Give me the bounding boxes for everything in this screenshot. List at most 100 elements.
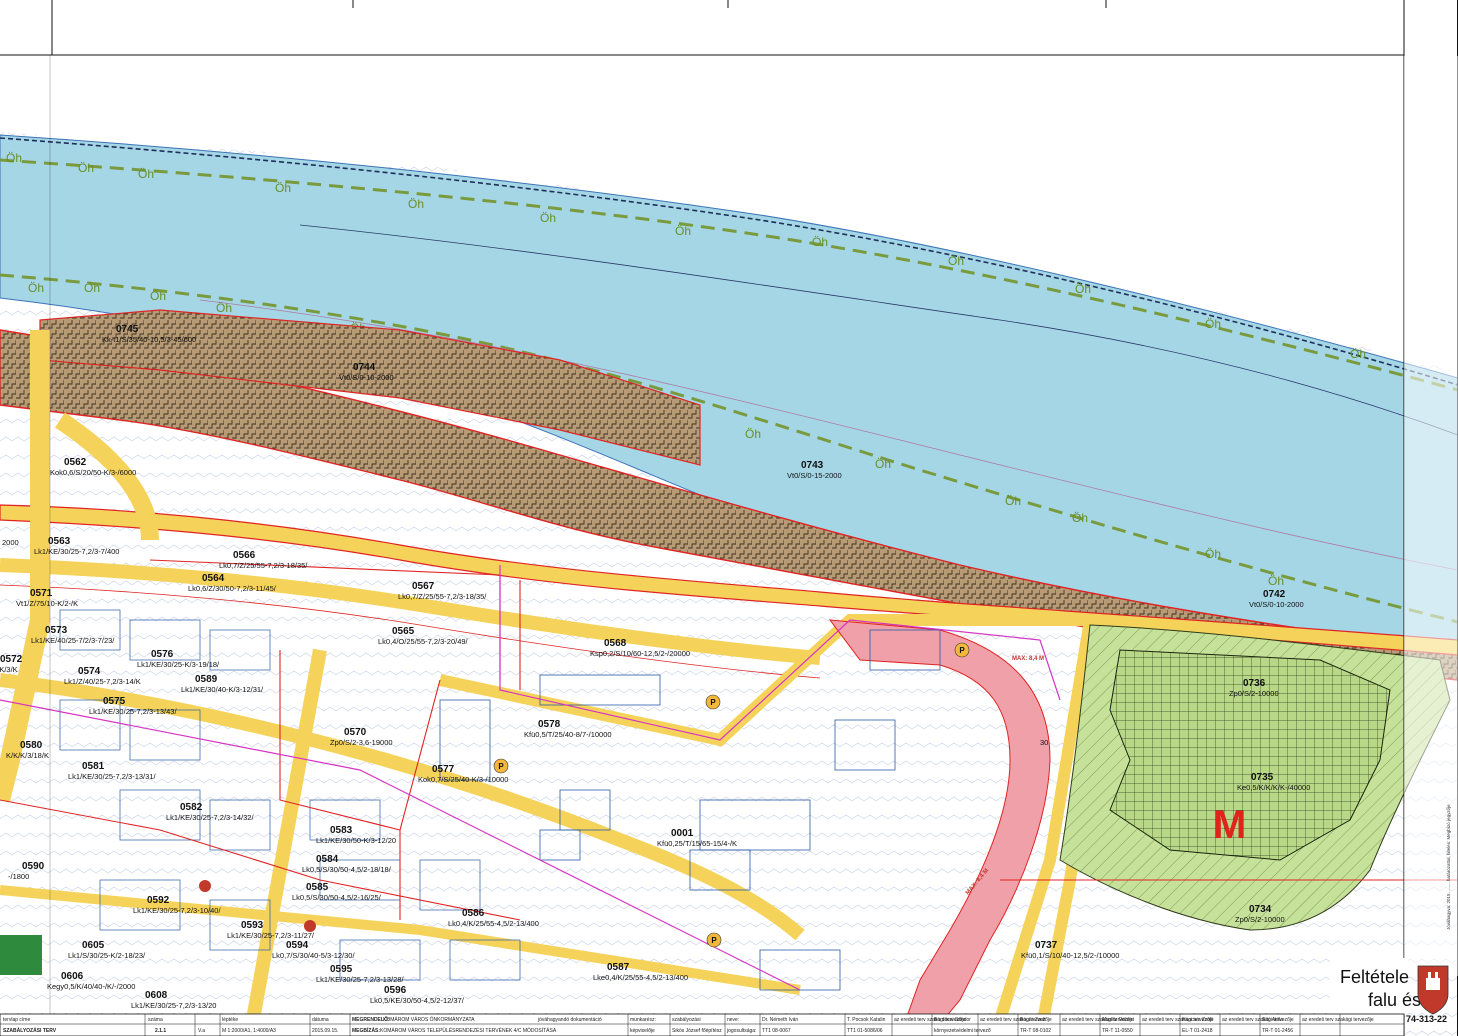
parcel-number: 0737: [1035, 940, 1058, 951]
zoning-code: Lk1/KE/30/25-7,2/3-11/27/: [227, 931, 315, 940]
tb-team-6-num: TR-T 01-2456: [1262, 1028, 1293, 1034]
zoning-code: -16-K/3/K: [0, 665, 18, 674]
svg-text:Öh: Öh: [875, 457, 891, 471]
zoning-code: Lk1/KE/40/25-7/2/3-7/23/: [31, 636, 115, 645]
parcel-number: 0565: [392, 626, 415, 637]
zoning-code: Vt0/S/0-15-2000: [787, 471, 842, 480]
zoning-code: Kfü0,1/S/10/40-12,5/2-/10000: [1021, 951, 1119, 960]
svg-text:Öh: Öh: [1350, 347, 1366, 361]
city-crest-icon: [1417, 965, 1449, 1015]
svg-text:Öh: Öh: [1072, 511, 1088, 525]
parcel-number: 0568: [604, 638, 627, 649]
zoning-code: Lk1/KE/30/25-7,2/3-7/400: [34, 547, 119, 556]
parcel-number: 0605: [82, 940, 105, 951]
svg-text:Öh: Öh: [948, 254, 964, 268]
max-height-label: MAX: 8,4 M: [1012, 656, 1044, 662]
svg-text:Öh: Öh: [540, 211, 556, 225]
parcel-number: 0594: [286, 940, 309, 951]
zoning-code: Lk0,5/KE/30/50-4,5/2-12/37/: [370, 996, 465, 1005]
zoning-code: Lk0,5/S/30/50-4,5/2-16/25/: [292, 893, 382, 902]
tb-version: V.a: [198, 1028, 205, 1034]
parcel-number: 0593: [241, 920, 264, 931]
zoning-code: Lk0,5/S/30/50-4,5/2-18/18/: [302, 865, 392, 874]
zoning-code: Zp0/S/2-10000: [1235, 915, 1285, 924]
parcel-number: 0575: [103, 696, 126, 707]
tb-megrendelo: KOMÁROM VÁROS ÖNKORMÁNYZATA: [383, 1016, 475, 1023]
zoning-code: Zp0/S/2-3,6-19000: [330, 738, 393, 747]
svg-text:P: P: [710, 698, 716, 707]
tb-megbizas: KOMÁROM VÁROS TELEPÜLÉSRENDEZÉSI TERVÉNE…: [380, 1027, 557, 1034]
tb-team-5-name: Hancsár Zsolt: [1182, 1017, 1213, 1023]
zoning-code: Lk0,7/Z/25/55-7,2/3-18/35/: [398, 592, 487, 601]
svg-text:Öh: Öh: [216, 301, 232, 315]
parcel-number: 0578: [538, 719, 561, 730]
side-approval-note: Jóváhagyva: 2015. ....... határozattal, …: [1446, 804, 1451, 930]
zoning-code: Lke0,4/K/25/55-4,5/2-13/400: [593, 973, 688, 982]
zoning-code: Vt0/S/0-10-2000: [1249, 600, 1304, 609]
parcel-number: 0734: [1249, 904, 1272, 915]
parcel-number: 0742: [1263, 589, 1286, 600]
parcel-number: 0586: [462, 908, 485, 919]
zoning-code: Kfü0,25/T/15/65-15/4-/K: [657, 839, 737, 848]
zoning-code: Kok0,7/S/25/40-K/3-/10000: [418, 775, 508, 784]
svg-text:Öh: Öh: [1005, 494, 1021, 508]
parcel-number: 0589: [195, 674, 218, 685]
banner-line-2: falu és: [1368, 990, 1421, 1010]
parcel-number: 0001: [671, 828, 694, 839]
svg-text:Öh: Öh: [28, 281, 44, 295]
zoning-code: Kk-t1/S/35/40-10,5/3-45/600: [102, 335, 196, 344]
parcel-number: 0745: [116, 324, 139, 335]
parcel-number: 0590: [22, 861, 45, 872]
svg-text:Öh: Öh: [78, 161, 94, 175]
parcel-number: 0736: [1243, 678, 1266, 689]
tb-team-1-num: TT1 01-5086/06: [847, 1028, 883, 1034]
tb-tervlap-label: tervlap címe: [3, 1017, 30, 1023]
svg-text:Öh: Öh: [84, 281, 100, 295]
tb-team-6-name: Sitó Attila: [1262, 1017, 1283, 1023]
parcel-number: 0564: [202, 573, 225, 584]
zoning-code: Kok0,6/S/20/50-K/3-/6000: [50, 468, 136, 477]
parcel-number: 0592: [147, 895, 170, 906]
parcel-number: 0744: [353, 362, 376, 373]
parcel-number: 0606: [61, 971, 84, 982]
zoning-code: Lk1/KE/30/25-7,2/3-14/32/: [166, 813, 254, 822]
zoning-code: Lk1/KE/30/25-7,2/3-13/43/: [89, 707, 177, 716]
tb-team-4-name: Muslitz Róbert: [1102, 1017, 1135, 1023]
svg-text:Öh: Öh: [812, 235, 828, 249]
zoning-code: Lk1/KE/30/25-7,2/3-13/31/: [68, 772, 156, 781]
tb-szam-label: száma: [148, 1017, 163, 1023]
zoning-code: Lk1/KE/30/50-K/3-12/20: [316, 836, 396, 845]
parcel-number: 0743: [801, 460, 824, 471]
tb-team-5-num: EL-T 01-2418: [1182, 1028, 1213, 1034]
parcel-number: 0584: [316, 854, 339, 865]
banner-line-1: Feltétele: [1340, 967, 1409, 987]
map-canvas[interactable]: Öh Öh Öh Öh Öh Öh Öh Öh Öh Öh Öh Öh Öh Ö…: [0, 0, 1458, 1036]
tb-team-1-name: T. Pocsok Katalin: [847, 1017, 886, 1023]
parcel-number: 0585: [306, 882, 329, 893]
parcel-number: 0572: [0, 654, 23, 665]
parcel-number: 0577: [432, 764, 455, 775]
tb-nev-label: neve:: [727, 1017, 739, 1023]
svg-text:P: P: [711, 936, 717, 945]
parcel-number: 0581: [82, 761, 105, 772]
tb-munkareszt-label: munkarész:: [630, 1017, 656, 1023]
parcel-number: 0567: [412, 581, 435, 592]
svg-text:P: P: [959, 646, 965, 655]
parcel-number: 0735: [1251, 772, 1274, 783]
zoning-code: Lk1/KE/30/25-7,2/3-13/20: [131, 1001, 216, 1010]
svg-text:Öh: Öh: [275, 181, 291, 195]
zoning-code: Lk0,7/S/30/40-5/3-12/30/: [272, 951, 355, 960]
document-number: 74-313-22: [1406, 1014, 1447, 1024]
zoning-code: K/K/K/3/18/K: [6, 751, 49, 760]
zoning-code: Lk0,4/K/25/55-4,5/2-13/400: [448, 919, 539, 928]
svg-text:Öh: Öh: [1205, 317, 1221, 331]
parcel-number: 0608: [145, 990, 168, 1001]
tb-scale: M 1:2000/A1, 1:4000/A3: [222, 1028, 276, 1034]
zoning-code: Lk1/KE/30/40-K/3-12/31/: [181, 685, 264, 694]
tb-jogosultsag-label: jogosultsága:: [726, 1028, 756, 1034]
parcel-number: 0576: [151, 649, 174, 660]
parcel-number: 0596: [384, 985, 407, 996]
tb-sheet-title: SZABÁLYOZÁSI TERV: [3, 1027, 57, 1034]
title-block: tervlap címe száma léptéke dátuma MEGREN…: [0, 1013, 1405, 1036]
zoning-plan-map: Öh Öh Öh Öh Öh Öh Öh Öh Öh Öh Öh Öh Öh Ö…: [0, 0, 1458, 1036]
